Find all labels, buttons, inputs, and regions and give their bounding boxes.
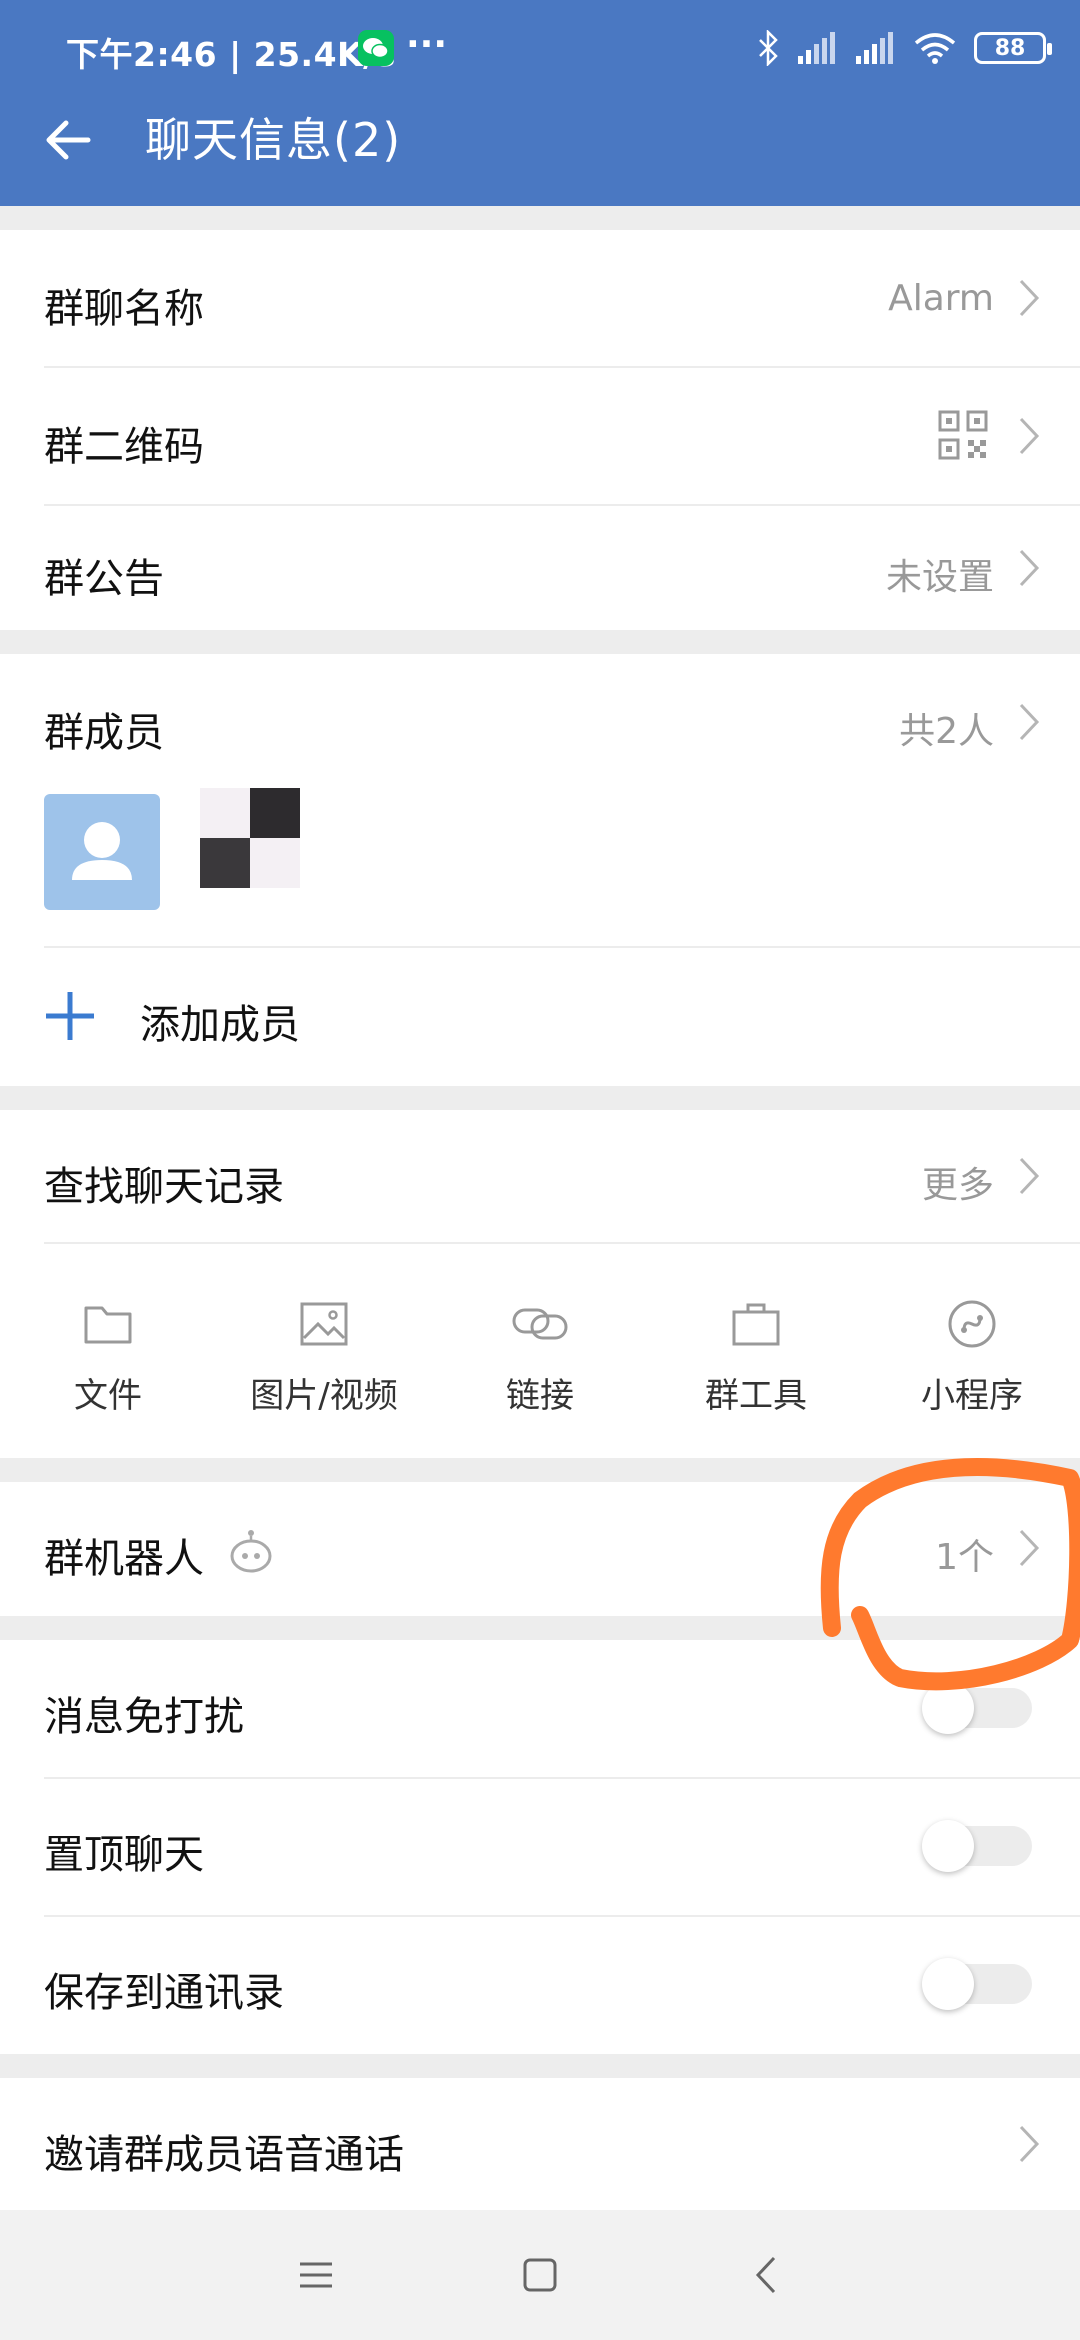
tool-label: 群工具 [705, 1376, 807, 1416]
status-icons: 88 [758, 26, 1052, 70]
toggle-knob [922, 1820, 974, 1872]
search-history-label: 查找聊天记录 [44, 1164, 284, 1210]
history-tools: 文件 图片/视频 链接 群工具 小程序 [0, 1296, 1080, 1436]
divider [44, 1242, 1080, 1244]
chevron-right-icon [1019, 417, 1040, 455]
tool-label: 链接 [506, 1376, 574, 1416]
chat-history-section: 查找聊天记录 更多 文件 图片/视频 链接 群工具 小程序 [0, 1110, 1080, 1458]
group-notice-label: 群公告 [44, 556, 164, 602]
status-time-speed: 下午2:46 | 25.4K/s [66, 35, 396, 74]
group-robot-row[interactable]: 群机器人 1个 [0, 1482, 1080, 1616]
image-icon [300, 1302, 348, 1346]
tool-images[interactable]: 图片/视频 [216, 1296, 432, 1417]
add-member-row[interactable]: 添加成员 [0, 948, 1080, 1086]
group-robot-label: 群机器人 [44, 1536, 204, 1582]
mini-program-icon [948, 1300, 996, 1348]
group-notice-value: 未设置 [885, 557, 994, 598]
chevron-right-icon [1019, 1157, 1040, 1195]
folder-icon [84, 1306, 132, 1344]
member-avatar[interactable] [200, 788, 300, 888]
tool-links[interactable]: 链接 [432, 1296, 648, 1417]
tool-label: 小程序 [921, 1376, 1023, 1416]
members-label: 群成员 [44, 710, 164, 756]
tool-mini-programs[interactable]: 小程序 [864, 1296, 1080, 1417]
search-history-row[interactable]: 查找聊天记录 更多 [0, 1110, 1080, 1242]
mute-row: 消息免打扰 [0, 1640, 1080, 1778]
wifi-icon [914, 33, 956, 64]
home-icon[interactable] [515, 2250, 565, 2300]
status-bar: 下午2:46 | 25.4K/s ··· 88 [0, 0, 1080, 96]
group-name-row[interactable]: 群聊名称 Alarm [0, 230, 1080, 368]
group-name-value: Alarm [888, 278, 994, 319]
page-title: 聊天信息(2) [145, 113, 402, 167]
qr-code-icon [938, 410, 988, 460]
more-notifications-icon: ··· [406, 24, 448, 65]
group-qr-row[interactable]: 群二维码 [0, 368, 1080, 506]
signal-icon [798, 32, 835, 64]
group-qr-label: 群二维码 [44, 424, 204, 470]
battery-icon: 88 [974, 32, 1052, 64]
chevron-right-icon [1019, 549, 1040, 587]
chevron-right-icon [1019, 279, 1040, 317]
bluetooth-icon [759, 30, 778, 66]
group-robot-count: 1个 [935, 1537, 994, 1578]
signal-icon-2 [856, 32, 893, 64]
toggle-knob [922, 1958, 974, 2010]
pin-row: 置顶聊天 [0, 1778, 1080, 1916]
back-arrow-icon[interactable] [40, 112, 96, 168]
voice-call-row[interactable]: 邀请群成员语音通话 [0, 2078, 1080, 2210]
save-contacts-label: 保存到通讯录 [44, 1970, 284, 2016]
tool-label: 文件 [74, 1376, 142, 1416]
save-contacts-toggle[interactable] [922, 1958, 1032, 2010]
chevron-right-icon [1019, 2125, 1040, 2163]
robot-icon [230, 1530, 272, 1573]
tool-group-tools[interactable]: 群工具 [648, 1296, 864, 1417]
pin-toggle[interactable] [922, 1820, 1032, 1872]
chat-settings-section: 消息免打扰 置顶聊天 保存到通讯录 [0, 1640, 1080, 2054]
mute-label: 消息免打扰 [44, 1694, 244, 1740]
app-header: 下午2:46 | 25.4K/s ··· 88 聊天信息(2) [0, 0, 1080, 206]
members-section: 群成员 共2人 添加成员 [0, 654, 1080, 1086]
pin-label: 置顶聊天 [44, 1832, 204, 1878]
voice-call-section: 邀请群成员语音通话 [0, 2078, 1080, 2210]
add-member-label: 添加成员 [140, 1002, 300, 1048]
wechat-icon [358, 30, 394, 66]
back-icon[interactable] [742, 2250, 792, 2300]
voice-call-label: 邀请群成员语音通话 [44, 2132, 404, 2178]
group-info-section: 群聊名称 Alarm 群二维码 群公告 未设置 [0, 230, 1080, 630]
save-contacts-row: 保存到通讯录 [0, 1916, 1080, 2054]
members-row[interactable]: 群成员 共2人 [0, 654, 1080, 784]
menu-icon[interactable] [291, 2250, 341, 2300]
mute-toggle[interactable] [922, 1682, 1032, 1734]
system-nav-bar [0, 2210, 1080, 2340]
member-avatar[interactable] [44, 794, 160, 910]
members-count: 共2人 [899, 711, 994, 752]
link-icon [512, 1308, 568, 1340]
chevron-right-icon [1019, 1529, 1040, 1567]
tool-label: 图片/视频 [250, 1376, 398, 1416]
chevron-right-icon [1019, 703, 1040, 741]
plus-icon [46, 992, 94, 1040]
search-history-more: 更多 [921, 1165, 994, 1206]
group-robot-section: 群机器人 1个 [0, 1482, 1080, 1616]
toggle-knob [922, 1682, 974, 1734]
group-name-label: 群聊名称 [44, 286, 204, 332]
group-notice-row[interactable]: 群公告 未设置 [0, 506, 1080, 630]
toolbox-icon [732, 1303, 780, 1346]
tool-files[interactable]: 文件 [0, 1296, 216, 1417]
